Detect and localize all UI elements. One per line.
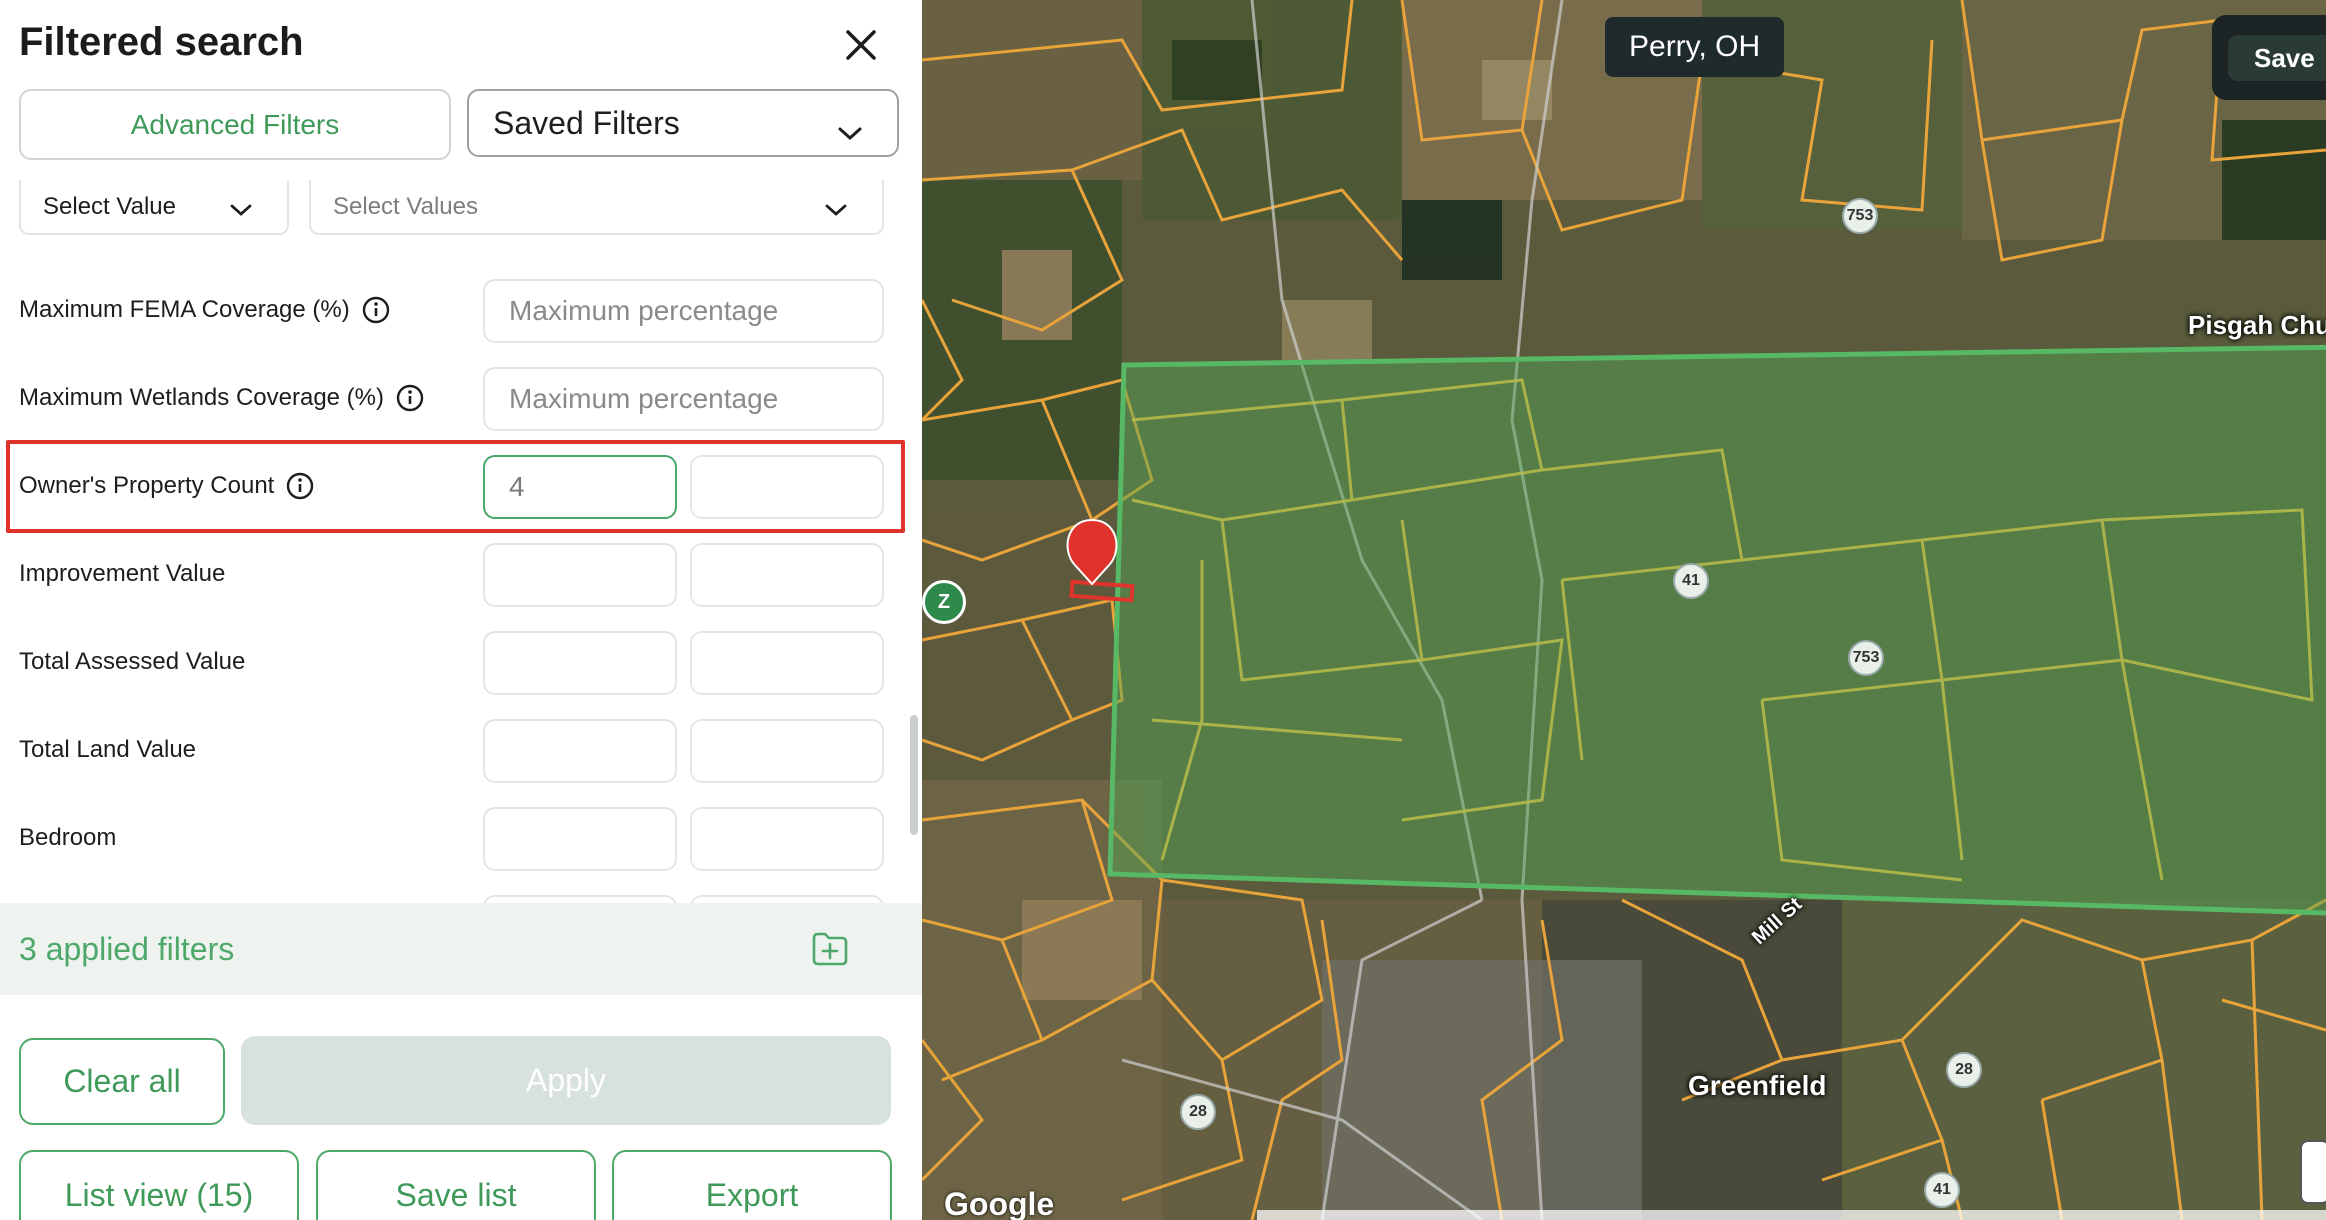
save-label: Save <box>2228 35 2326 81</box>
owner-property-count-min-input[interactable]: 4 <box>483 455 677 519</box>
total-land-value-min-input[interactable] <box>483 719 677 783</box>
panel-title: Filtered search <box>19 20 304 64</box>
improvement-value-min-input[interactable] <box>483 543 677 607</box>
street-view-icon[interactable] <box>2300 1140 2326 1204</box>
clear-all-button[interactable]: Clear all <box>19 1038 225 1125</box>
apply-button[interactable]: Apply <box>241 1036 891 1125</box>
town-label: Greenfield <box>1688 1070 1827 1101</box>
google-logo: Google <box>944 1186 1055 1220</box>
route-shield: 753 <box>1842 198 1878 234</box>
total-assessed-value-min-input[interactable] <box>483 631 677 695</box>
field-label: Owner's Property Count <box>19 472 275 499</box>
close-icon[interactable] <box>838 22 884 68</box>
total-land-value-max-input[interactable] <box>690 719 884 783</box>
route-shield: 753 <box>1848 640 1884 676</box>
route-shield: 41 <box>1924 1172 1960 1208</box>
field-label: Maximum FEMA Coverage (%) <box>19 296 350 323</box>
select-value-label: Select Value <box>43 192 176 220</box>
fema-coverage-input[interactable]: Maximum percentage <box>483 279 884 343</box>
bedroom-label: Bedroom <box>19 824 117 851</box>
bedroom-max-input[interactable] <box>690 807 884 871</box>
save-list-button[interactable]: Save list <box>316 1150 596 1220</box>
total-assessed-value-max-input[interactable] <box>690 631 884 695</box>
route-shield: 28 <box>1946 1052 1982 1088</box>
saved-filters-label: Saved Filters <box>493 104 680 141</box>
chevron-down-icon <box>837 113 863 150</box>
applied-filters-bar: 3 applied filters <box>0 903 922 995</box>
owner-property-count-max-input[interactable] <box>690 455 884 519</box>
applied-filters-count: 3 applied filters <box>19 931 235 967</box>
saved-filters-dropdown[interactable]: Saved Filters <box>467 89 899 157</box>
improvement-value-label: Improvement Value <box>19 560 226 587</box>
fema-coverage-label: Maximum FEMA Coverage (%) <box>19 296 390 324</box>
map-view[interactable]: Perry, OH Save Pisgah Chu Greenfield Mil… <box>922 0 2326 1220</box>
export-button[interactable]: Export <box>612 1150 892 1220</box>
map-marker[interactable]: Z <box>922 580 966 624</box>
info-icon[interactable] <box>396 384 424 412</box>
wetlands-coverage-label: Maximum Wetlands Coverage (%) <box>19 384 424 412</box>
save-map-button[interactable]: Save <box>2212 15 2326 100</box>
select-value-dropdown[interactable]: Select Value <box>19 180 289 235</box>
info-icon[interactable] <box>362 296 390 324</box>
place-label: Pisgah Chu <box>2188 310 2326 340</box>
map-attribution <box>1257 1210 2326 1220</box>
scrollbar[interactable] <box>910 715 918 835</box>
info-icon[interactable] <box>286 472 314 500</box>
filter-panel: Filtered search Advanced Filters Saved F… <box>0 0 922 1220</box>
folder-add-icon[interactable] <box>810 928 850 968</box>
list-view-button[interactable]: List view (15) <box>19 1150 299 1220</box>
total-land-value-label: Total Land Value <box>19 736 197 763</box>
select-values-placeholder: Select Values <box>333 192 478 220</box>
owner-property-count-label: Owner's Property Count <box>19 472 314 500</box>
chevron-down-icon <box>229 196 253 224</box>
total-assessed-value-label: Total Assessed Value <box>19 648 246 675</box>
bedroom-min-input[interactable] <box>483 807 677 871</box>
select-values-dropdown[interactable]: Select Values <box>309 180 884 235</box>
satellite-map <box>922 0 2326 1220</box>
route-shield: 41 <box>1673 563 1709 599</box>
route-shield: 28 <box>1180 1094 1216 1130</box>
improvement-value-max-input[interactable] <box>690 543 884 607</box>
location-chip: Perry, OH <box>1605 17 1785 77</box>
wetlands-coverage-input[interactable]: Maximum percentage <box>483 367 884 431</box>
tab-advanced-filters[interactable]: Advanced Filters <box>19 89 451 160</box>
field-label: Maximum Wetlands Coverage (%) <box>19 384 385 411</box>
chevron-down-icon <box>824 196 848 224</box>
